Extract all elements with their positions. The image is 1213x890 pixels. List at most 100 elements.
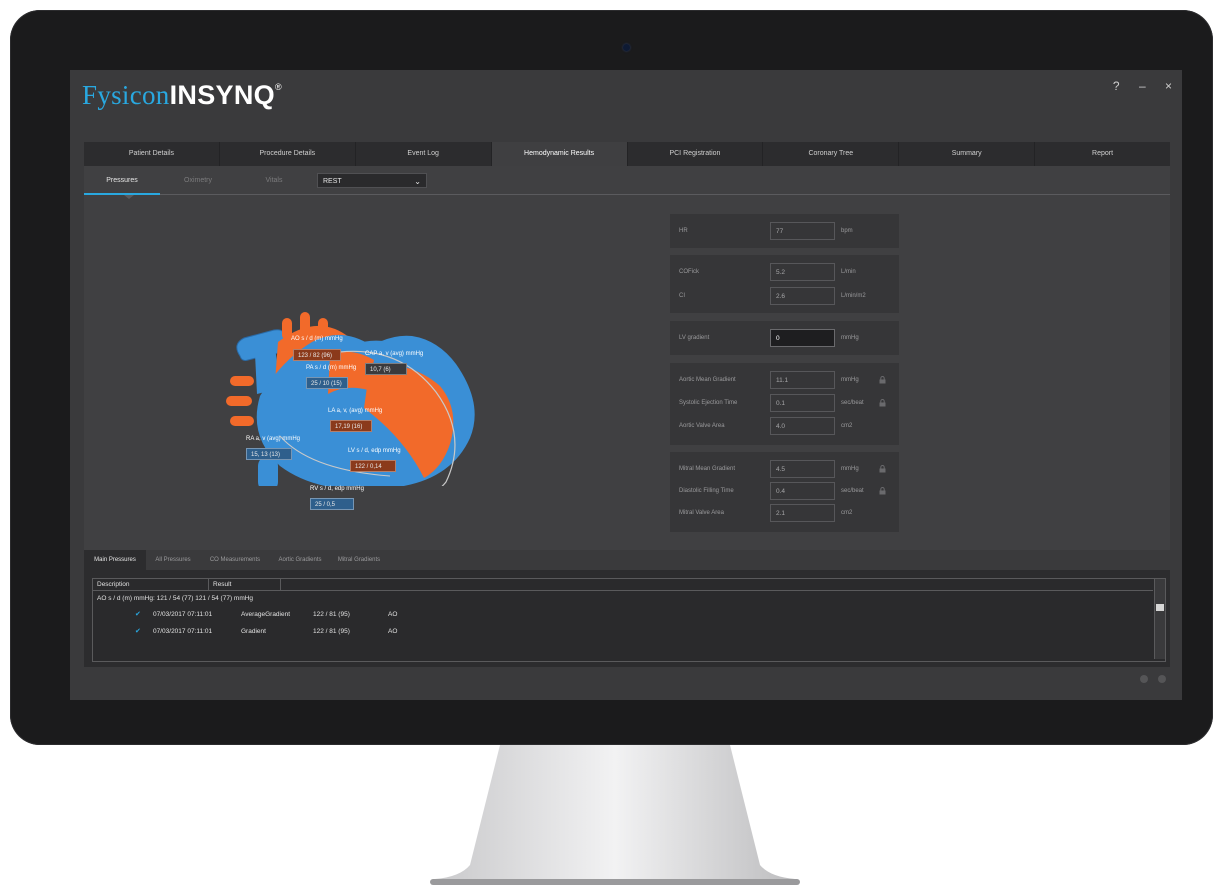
checkmark-icon[interactable]: ✔ bbox=[135, 627, 141, 635]
column-result[interactable]: Result bbox=[209, 579, 281, 590]
aortic-valve-area-field[interactable]: 4.0 bbox=[770, 417, 835, 435]
scrollbar-thumb[interactable] bbox=[1156, 604, 1164, 611]
tab-main-pressures[interactable]: Main Pressures bbox=[84, 550, 146, 570]
subtab-pressures[interactable]: Pressures bbox=[84, 166, 160, 196]
subtab-active-indicator bbox=[84, 193, 160, 195]
subtab-vitals[interactable]: Vitals bbox=[236, 166, 312, 196]
lock-icon[interactable] bbox=[879, 465, 886, 473]
row-value: 122 / 81 (95) bbox=[313, 628, 350, 635]
main-tab-bar: Patient Details Procedure Details Event … bbox=[84, 142, 1170, 166]
cofick-field[interactable]: 5.2 bbox=[770, 263, 835, 281]
tab-coronary-tree[interactable]: Coronary Tree bbox=[763, 142, 900, 166]
row-value: 122 / 81 (95) bbox=[313, 611, 350, 618]
lv-gradient-row: LV gradient 0 mmHg bbox=[670, 329, 899, 349]
tab-summary[interactable]: Summary bbox=[899, 142, 1036, 166]
help-button[interactable]: ? bbox=[1113, 79, 1120, 93]
systolic-ejection-time-unit: sec/beat bbox=[841, 400, 864, 406]
rv-value: 25 / 0,5 bbox=[310, 498, 354, 510]
hr-field[interactable]: 77 bbox=[770, 222, 835, 240]
diastolic-filling-time-row: Diastolic Filling Time 0.4 sec/beat bbox=[670, 482, 899, 502]
tab-aortic-gradients[interactable]: Aortic Gradients bbox=[270, 550, 330, 570]
lv-gradient-field[interactable]: 0 bbox=[770, 329, 835, 347]
minimize-button[interactable]: – bbox=[1139, 79, 1146, 93]
cap-label: CAP a, v (avg) mmHg bbox=[365, 351, 424, 357]
ra-value: 15, 13 (13) bbox=[246, 448, 292, 460]
column-description[interactable]: Description bbox=[93, 579, 209, 590]
tab-hemodynamic-results[interactable]: Hemodynamic Results bbox=[491, 142, 628, 166]
aortic-mean-gradient-label: Aortic Mean Gradient bbox=[679, 377, 736, 383]
rv-label: RV s / d, edp mmHg bbox=[310, 486, 364, 492]
tab-co-measurements[interactable]: CO Measurements bbox=[200, 550, 270, 570]
hr-group: HR 77 bpm bbox=[670, 214, 899, 248]
monitor-bezel: FysiconINSYNQ® ? – × Patient Details Pro… bbox=[10, 10, 1213, 745]
lock-icon[interactable] bbox=[879, 376, 886, 384]
lv-gradient-unit: mmHg bbox=[841, 335, 859, 341]
cap-value: 10,7 (6) bbox=[365, 363, 407, 375]
ao-label: AO s / d (m) mmHg bbox=[291, 336, 343, 342]
tab-report[interactable]: Report bbox=[1035, 142, 1170, 166]
hemodynamic-panel: Pressures Oximetry Vitals REST ⌄ AO s / … bbox=[84, 166, 1170, 550]
diastolic-filling-time-unit: sec/beat bbox=[841, 488, 864, 494]
hr-label: HR bbox=[679, 228, 688, 234]
mitral-group: Mitral Mean Gradient 4.5 mmHg Diastolic … bbox=[670, 452, 899, 532]
aortic-valve-area-unit: cm2 bbox=[841, 423, 853, 429]
aortic-mean-gradient-row: Aortic Mean Gradient 11.1 mmHg bbox=[670, 371, 899, 391]
aortic-valve-area-label: Aortic Valve Area bbox=[679, 423, 725, 429]
condition-select[interactable]: REST ⌄ bbox=[317, 173, 427, 188]
row-site: AO bbox=[388, 628, 398, 635]
ao-value: 123 / 82 (96) bbox=[293, 349, 341, 361]
lock-icon[interactable] bbox=[879, 487, 886, 495]
mitral-valve-area-field[interactable]: 2.1 bbox=[770, 504, 835, 522]
cardiac-output-group: COFick 5.2 L/min CI 2.6 L/min/m2 bbox=[670, 255, 899, 313]
subtab-divider bbox=[84, 194, 1170, 195]
app-logo: FysiconINSYNQ® bbox=[82, 80, 282, 111]
systolic-ejection-time-field[interactable]: 0.1 bbox=[770, 394, 835, 412]
la-label: LA a, v, (avg) mmHg bbox=[328, 408, 383, 414]
subtab-oximetry[interactable]: Oximetry bbox=[160, 166, 236, 196]
lv-label: LV s / d, edp mmHg bbox=[348, 448, 401, 454]
status-icons bbox=[1134, 670, 1166, 688]
bell-icon[interactable] bbox=[1158, 675, 1166, 683]
tab-pci-registration[interactable]: PCI Registration bbox=[628, 142, 764, 166]
la-value: 17,19 (16) bbox=[330, 420, 372, 432]
webcam-icon bbox=[623, 44, 630, 51]
pa-label: PA s / d (m) mmHg bbox=[306, 365, 357, 371]
aortic-valve-area-row: Aortic Valve Area 4.0 cm2 bbox=[670, 417, 899, 437]
logo-brand-part1: Fysicon bbox=[82, 80, 170, 110]
mitral-valve-area-unit: cm2 bbox=[841, 510, 853, 516]
checkmark-icon[interactable]: ✔ bbox=[135, 610, 141, 618]
systolic-ejection-time-row: Systolic Ejection Time 0.1 sec/beat bbox=[670, 394, 899, 414]
condition-select-value: REST bbox=[323, 178, 342, 185]
ci-field[interactable]: 2.6 bbox=[770, 287, 835, 305]
mitral-mean-gradient-row: Mitral Mean Gradient 4.5 mmHg bbox=[670, 460, 899, 480]
tab-mitral-gradients[interactable]: Mitral Gradients bbox=[330, 550, 388, 570]
tab-event-log[interactable]: Event Log bbox=[356, 142, 492, 166]
systolic-ejection-time-label: Systolic Ejection Time bbox=[679, 400, 738, 406]
cofick-unit: L/min bbox=[841, 269, 856, 275]
row-timestamp: 07/03/2017 07:11:01 bbox=[153, 628, 213, 635]
tab-patient-details[interactable]: Patient Details bbox=[84, 142, 220, 166]
mitral-valve-area-row: Mitral Valve Area 2.1 cm2 bbox=[670, 504, 899, 524]
results-grid: Description Result AO s / d (m) mmHg: 12… bbox=[92, 578, 1166, 662]
diastolic-filling-time-field[interactable]: 0.4 bbox=[770, 482, 835, 500]
aortic-mean-gradient-field[interactable]: 11.1 bbox=[770, 371, 835, 389]
grid-group-row[interactable]: AO s / d (m) mmHg: 121 / 54 (77) 121 / 5… bbox=[97, 595, 253, 602]
lv-value: 122 / 0,14 bbox=[350, 460, 396, 472]
logo-brand-part2: INSYNQ bbox=[169, 80, 275, 110]
grid-scrollbar[interactable] bbox=[1154, 579, 1165, 659]
close-button[interactable]: × bbox=[1165, 79, 1172, 93]
chevron-down-icon: ⌄ bbox=[414, 177, 421, 186]
sub-tab-bar: Pressures Oximetry Vitals REST ⌄ bbox=[84, 166, 1170, 199]
lock-icon[interactable] bbox=[879, 399, 886, 407]
row-type: AverageGradient bbox=[241, 611, 291, 618]
info-icon[interactable] bbox=[1139, 675, 1148, 683]
lv-gradient-group: LV gradient 0 mmHg bbox=[670, 321, 899, 355]
aortic-group: Aortic Mean Gradient 11.1 mmHg Systolic … bbox=[670, 363, 899, 445]
mitral-mean-gradient-field[interactable]: 4.5 bbox=[770, 460, 835, 478]
hr-unit: bpm bbox=[841, 228, 853, 234]
aortic-mean-gradient-unit: mmHg bbox=[841, 377, 859, 383]
tab-procedure-details[interactable]: Procedure Details bbox=[220, 142, 356, 166]
subtab-caret-icon bbox=[124, 195, 134, 199]
row-type: Gradient bbox=[241, 628, 266, 635]
tab-all-pressures[interactable]: All Pressures bbox=[146, 550, 200, 570]
